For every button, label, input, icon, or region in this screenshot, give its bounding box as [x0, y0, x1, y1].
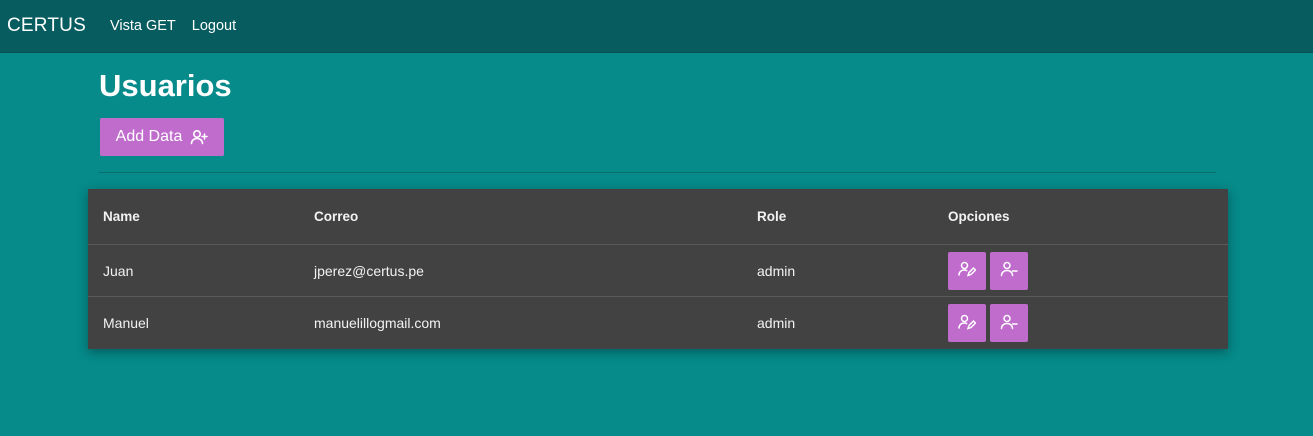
- column-header-role: Role: [757, 209, 787, 224]
- page-title: Usuarios: [99, 68, 232, 103]
- divider: [99, 172, 1216, 173]
- cell-name: Manuel: [103, 315, 149, 331]
- edit-user-button[interactable]: [948, 251, 986, 290]
- brand-logo[interactable]: CERTUS: [7, 15, 86, 37]
- table-header-row: Name Correo Role Opciones: [88, 189, 1228, 245]
- table-row: Manuel manuelillogmail.com admin: [88, 297, 1228, 349]
- user-edit-icon: [958, 314, 977, 333]
- delete-user-button[interactable]: [990, 251, 1028, 290]
- users-table: Name Correo Role Opciones Juan jperez@ce…: [88, 189, 1228, 349]
- cell-options: [948, 297, 1028, 349]
- user-minus-icon: [1000, 314, 1018, 333]
- edit-user-button[interactable]: [948, 304, 986, 342]
- delete-user-button[interactable]: [990, 304, 1028, 342]
- add-data-label: Add Data: [115, 128, 183, 145]
- nav-link-logout[interactable]: Logout: [192, 18, 236, 34]
- cell-email: jperez@certus.pe: [314, 262, 424, 279]
- user-plus-icon: [190, 129, 209, 145]
- cell-role: admin: [757, 315, 796, 331]
- nav-link-vista-get[interactable]: Vista GET: [110, 18, 176, 34]
- cell-email: manuelillogmail.com: [314, 315, 441, 331]
- column-header-name: Name: [103, 209, 140, 224]
- user-minus-icon: [1000, 261, 1018, 280]
- table-row: Juan jperez@certus.pe admin: [88, 245, 1228, 297]
- column-header-opciones: Opciones: [948, 209, 1010, 224]
- add-data-button[interactable]: Add Data: [100, 118, 224, 156]
- column-header-correo: Correo: [314, 209, 359, 224]
- cell-name: Juan: [103, 262, 134, 279]
- user-edit-icon: [958, 261, 977, 280]
- navbar: CERTUS Vista GET Logout: [0, 0, 1313, 53]
- cell-options: [948, 245, 1028, 296]
- cell-role: admin: [757, 262, 796, 279]
